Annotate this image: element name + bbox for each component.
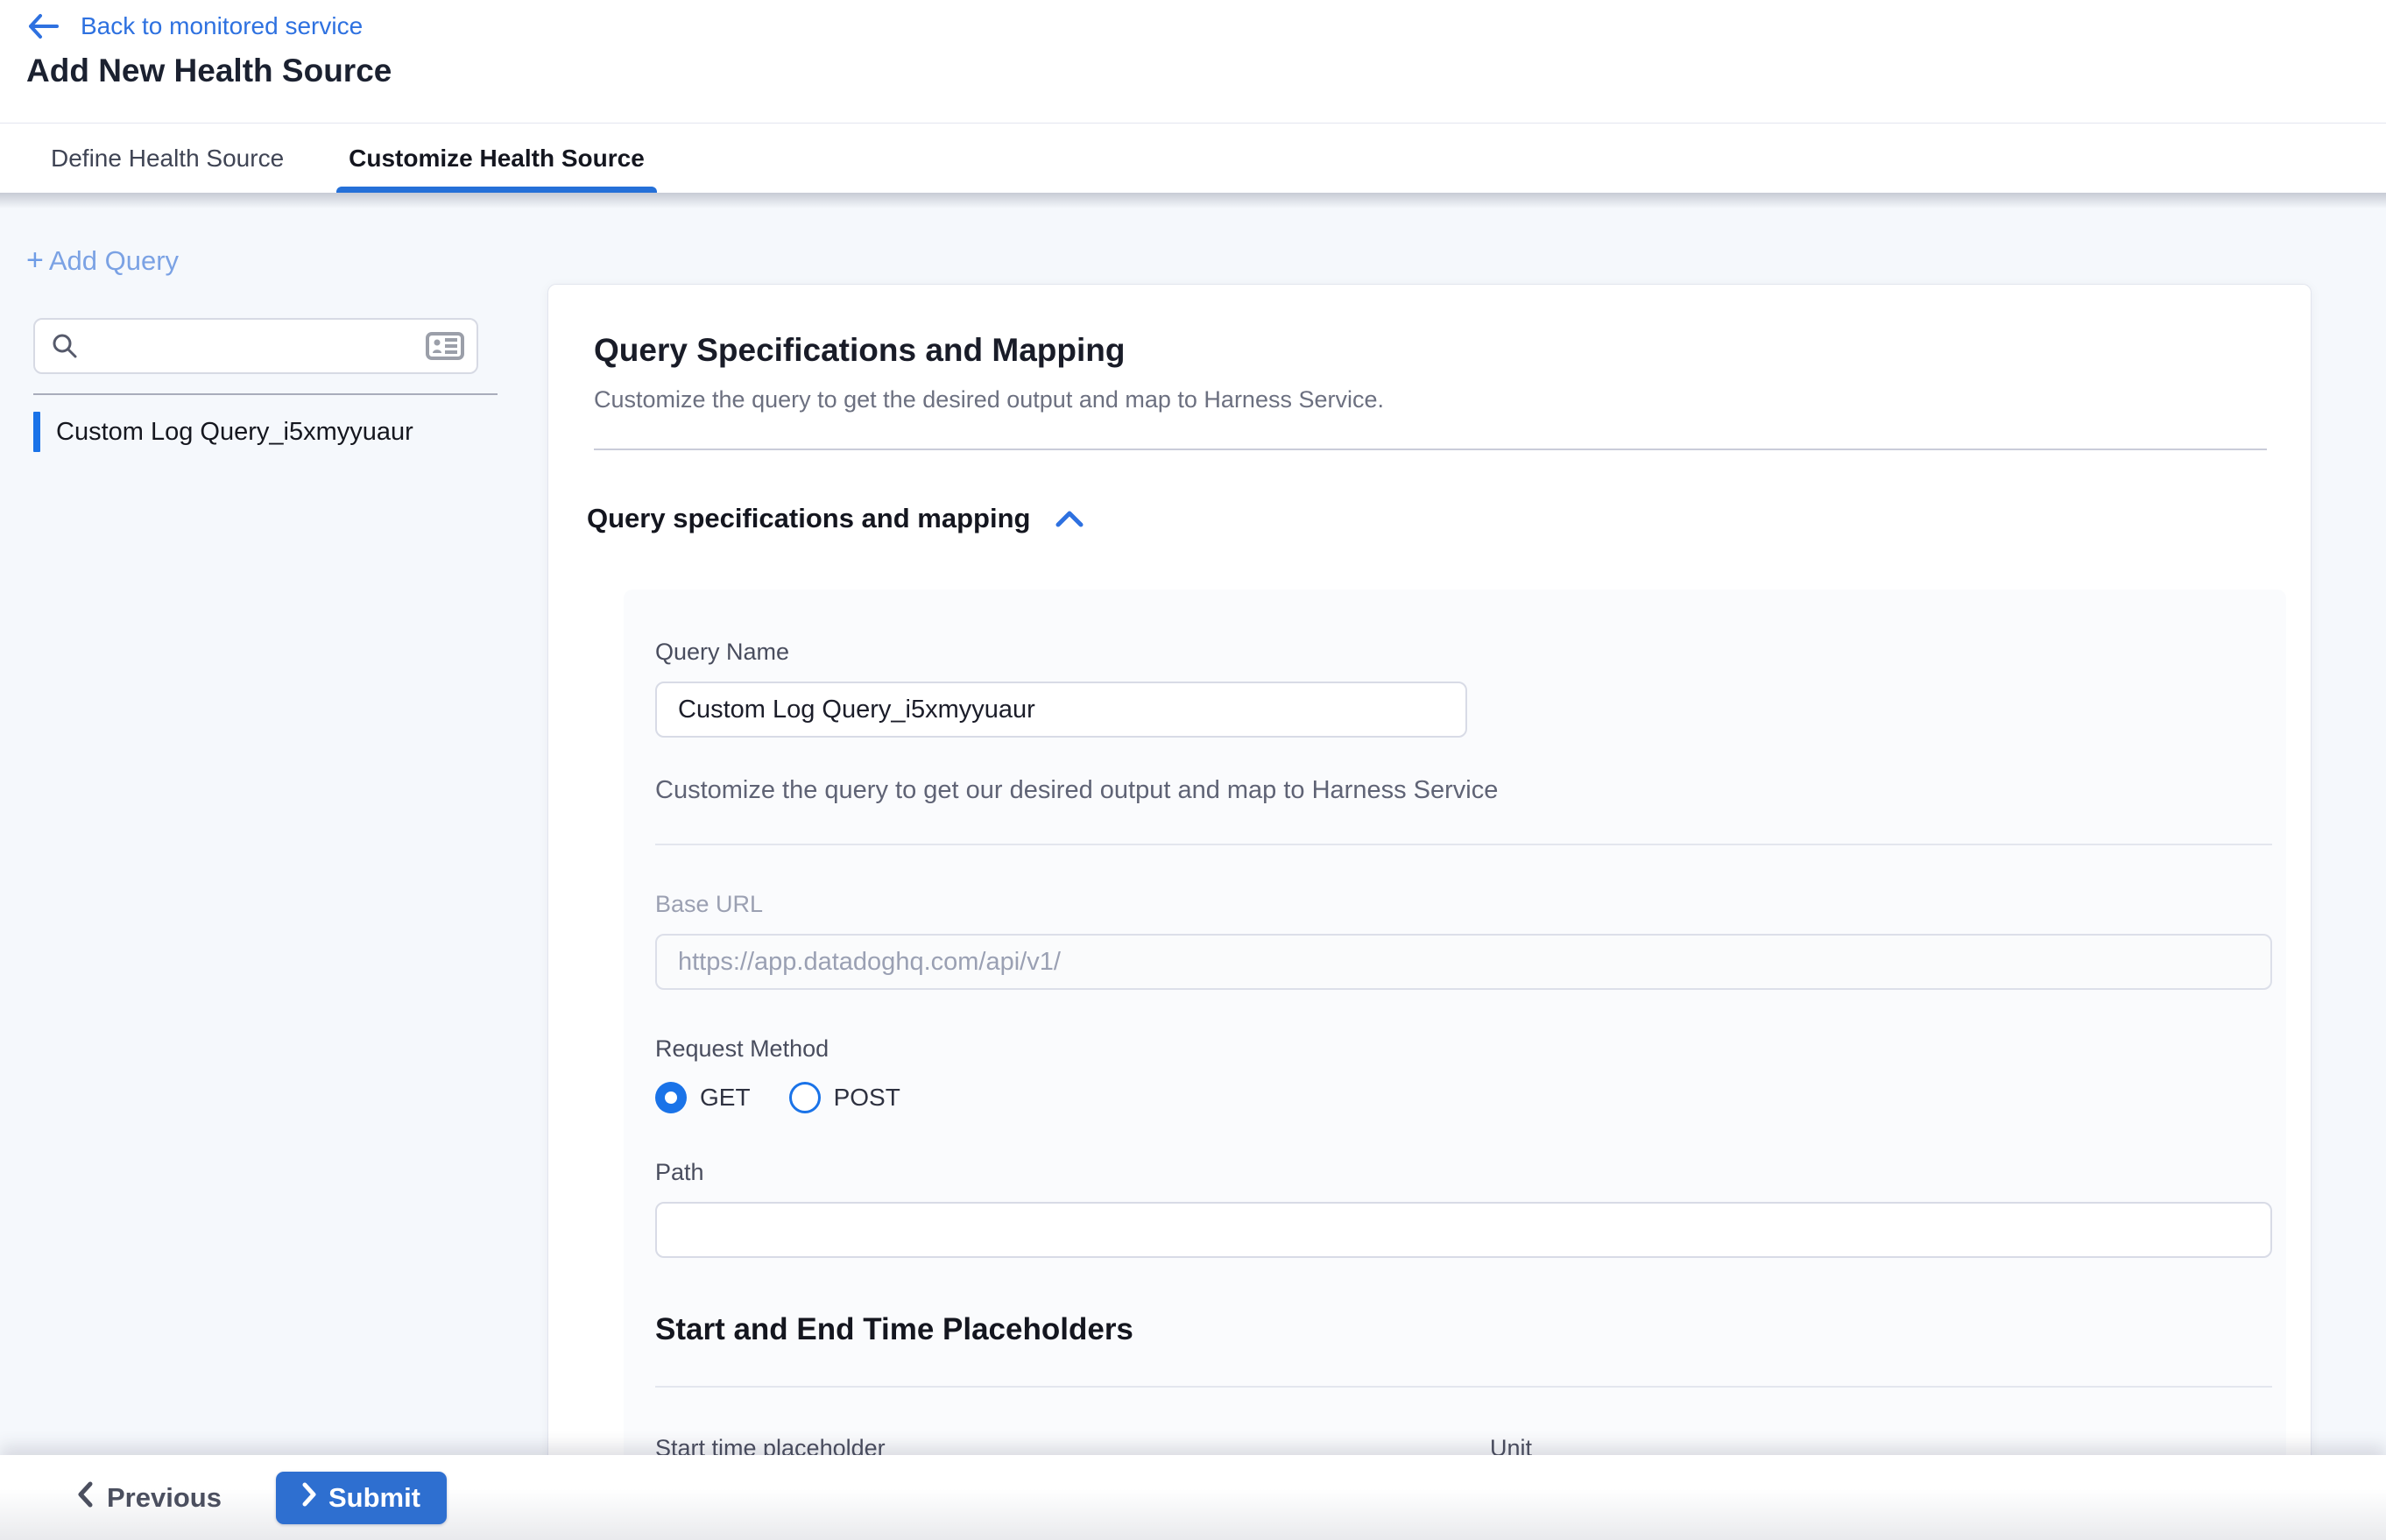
query-item-label: Custom Log Query_i5xmyyuaur (56, 418, 413, 447)
path-label: Path (655, 1159, 2272, 1186)
radio-post-label: POST (834, 1084, 900, 1112)
back-to-monitored-service-link[interactable]: Back to monitored service (26, 12, 363, 40)
sidebar-divider (33, 393, 498, 395)
wizard-footer: Previous Submit (0, 1455, 2386, 1540)
request-method-radio-group: GET POST (655, 1082, 2272, 1113)
query-form-panel: Query Name Customize the query to get ou… (624, 590, 2286, 1540)
query-sidebar: + Add Query Custom Log Query_i5xmyyuaur (0, 193, 547, 1540)
form-divider (655, 1386, 2272, 1388)
base-url-label: Base URL (655, 891, 2272, 918)
submit-button-label: Submit (328, 1482, 420, 1514)
back-link-label: Back to monitored service (81, 12, 363, 40)
base-url-input[interactable] (655, 934, 2272, 990)
time-placeholders-heading: Start and End Time Placeholders (655, 1312, 2272, 1347)
query-search (33, 318, 478, 374)
tab-bar: Define Health Source Customize Health So… (0, 123, 2386, 193)
section-header: Query specifications and mapping (548, 450, 2311, 534)
path-input[interactable] (655, 1202, 2272, 1258)
section-title: Query specifications and mapping (587, 503, 1030, 534)
add-new-health-source-page: { "header": { "back_link": "Back to moni… (0, 0, 2386, 1540)
content-area: + Add Query Custom Log Query_i5xmyyuaur … (0, 193, 2386, 1540)
add-query-button[interactable]: + Add Query (26, 244, 179, 278)
chevron-right-icon (302, 1482, 316, 1514)
query-name-helper-text: Customize the query to get our desired o… (655, 776, 2272, 805)
selected-indicator-bar (33, 412, 40, 452)
radio-option-get[interactable]: GET (655, 1082, 751, 1113)
page-header: Back to monitored service Add New Health… (0, 0, 2386, 123)
form-divider (655, 844, 2272, 845)
search-input[interactable] (33, 318, 478, 374)
radio-unselected-icon (789, 1082, 821, 1113)
previous-button-label: Previous (107, 1482, 222, 1514)
query-mapping-card: Query Specifications and Mapping Customi… (547, 284, 2312, 1540)
radio-option-post[interactable]: POST (789, 1082, 900, 1113)
chevron-up-icon (1055, 518, 1084, 531)
chevron-left-icon (77, 1481, 93, 1515)
card-subtitle: Customize the query to get the desired o… (594, 386, 2267, 413)
query-name-input[interactable] (655, 682, 1467, 738)
tab-label: Define Health Source (51, 145, 284, 173)
collapse-section-button[interactable] (1055, 509, 1084, 528)
request-method-label: Request Method (655, 1035, 2272, 1063)
arrow-left-icon (26, 13, 60, 39)
query-list-item-selected[interactable]: Custom Log Query_i5xmyyuaur (33, 409, 547, 455)
tab-customize-health-source[interactable]: Customize Health Source (345, 124, 648, 193)
card-header: Query Specifications and Mapping Customi… (548, 285, 2311, 450)
add-query-label: Add Query (49, 245, 179, 277)
radio-selected-icon (655, 1082, 687, 1113)
tab-label: Customize Health Source (349, 145, 645, 173)
previous-button[interactable]: Previous (77, 1481, 222, 1515)
query-list: Custom Log Query_i5xmyyuaur (0, 409, 547, 455)
tab-underline (336, 187, 657, 193)
card-view-icon[interactable] (426, 330, 464, 362)
tab-define-health-source[interactable]: Define Health Source (47, 124, 287, 193)
radio-get-label: GET (700, 1084, 751, 1112)
query-name-label: Query Name (655, 639, 2272, 666)
submit-button[interactable]: Submit (276, 1472, 447, 1524)
page-title: Add New Health Source (26, 53, 392, 89)
plus-icon: + (26, 244, 44, 278)
card-title: Query Specifications and Mapping (594, 332, 2267, 369)
search-icon (51, 332, 79, 360)
